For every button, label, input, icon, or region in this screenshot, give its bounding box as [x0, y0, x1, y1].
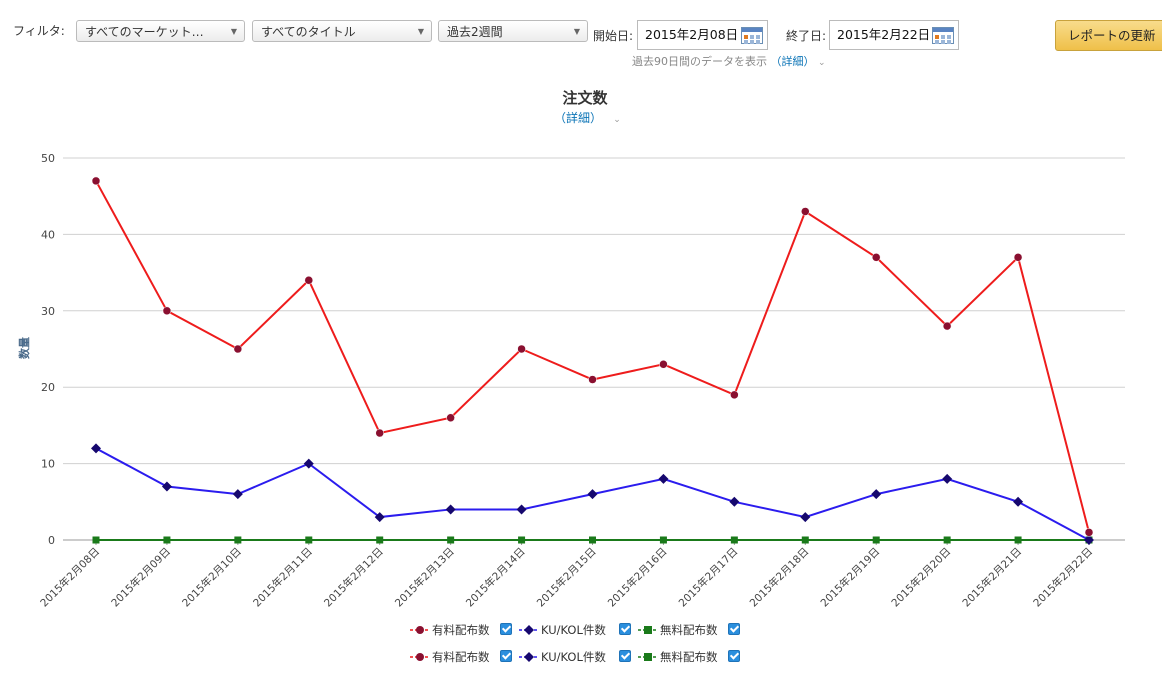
x-tick-label: 2015年2月08日 — [38, 545, 103, 610]
x-ticks: 2015年2月08日 2015年2月09日 2015年2月10日 2015年2月11日… — [38, 540, 1096, 610]
data-point — [233, 344, 243, 354]
checkbox-paid[interactable] — [500, 650, 512, 662]
data-point — [943, 536, 951, 544]
checkbox-free[interactable] — [728, 650, 740, 662]
y-tick-label: 0 — [48, 534, 55, 547]
data-point — [1013, 253, 1023, 262]
x-tick-label: 2015年2月21日 — [960, 545, 1025, 610]
checkbox-ku[interactable] — [619, 650, 631, 662]
data-point — [1014, 536, 1022, 544]
data-point — [445, 504, 456, 515]
legend-label: KU/KOL件数 — [541, 650, 606, 664]
x-tick-label: 2015年2月09日 — [109, 545, 174, 610]
data-point — [304, 275, 314, 285]
data-point — [800, 512, 811, 523]
data-point — [91, 176, 101, 186]
data-point — [446, 413, 455, 423]
chart-details-link[interactable]: （詳細） — [554, 110, 602, 125]
circle-marker-icon — [410, 653, 430, 661]
data-point — [588, 375, 597, 384]
x-tick-label: 2015年2月11日 — [250, 545, 315, 610]
y-tick-label: 40 — [41, 228, 55, 241]
orders-chart: 注文数 （詳細） ⌄ 数量 01020304050 2015年2月08日 2015… — [17, 89, 1125, 610]
data-point — [447, 536, 455, 544]
y-tick-label: 10 — [41, 458, 55, 471]
x-tick-label: 2015年2月16日 — [605, 545, 670, 610]
data-point — [871, 253, 881, 262]
x-tick-label: 2015年2月12日 — [321, 545, 386, 610]
x-tick-label: 2015年2月18日 — [747, 545, 812, 610]
data-point — [162, 306, 172, 316]
data-point — [163, 536, 171, 544]
x-tick-label: 2015年2月14日 — [463, 545, 528, 610]
data-point — [234, 536, 242, 544]
data-point — [517, 344, 526, 354]
data-point — [942, 321, 952, 331]
data-point — [161, 481, 172, 492]
diamond-marker-icon — [519, 625, 539, 635]
x-tick-label: 2015年2月15日 — [534, 545, 599, 610]
legend-label: 無料配布数 — [660, 650, 718, 664]
data-point — [659, 536, 667, 544]
data-point — [587, 489, 598, 500]
data-point — [1013, 496, 1024, 507]
x-tick-label: 2015年2月10日 — [179, 545, 244, 610]
data-point — [376, 536, 384, 544]
checkbox-ku[interactable] — [619, 623, 631, 635]
x-tick-label: 2015年2月19日 — [818, 545, 883, 610]
data-point — [232, 489, 243, 500]
legend-row-2: 有料配布数 KU/KOL件数 無料配布数 — [0, 649, 1162, 665]
square-marker-icon — [638, 653, 658, 661]
data-point — [942, 473, 953, 484]
series-paid — [91, 176, 1094, 537]
chevron-down-icon[interactable]: ⌄ — [613, 115, 621, 125]
circle-marker-icon — [410, 626, 430, 634]
data-point — [801, 536, 809, 544]
y-tick-label: 20 — [41, 381, 55, 394]
data-point — [729, 496, 740, 507]
data-point — [305, 536, 313, 544]
data-point — [375, 428, 384, 438]
data-point — [92, 536, 100, 544]
legend-label: 有料配布数 — [432, 623, 490, 637]
legend-label: KU/KOL件数 — [541, 623, 606, 637]
x-tick-label: 2015年2月20日 — [889, 545, 954, 610]
diamond-marker-icon — [519, 652, 539, 662]
data-point — [871, 489, 882, 500]
chart-title: 注文数 — [562, 89, 608, 107]
legend-label: 有料配布数 — [432, 650, 490, 664]
x-tick-label: 2015年2月17日 — [676, 545, 741, 610]
data-point — [658, 473, 669, 484]
data-point — [91, 443, 101, 454]
data-point — [589, 536, 596, 544]
data-point — [659, 360, 668, 369]
data-point — [730, 390, 739, 400]
data-point — [730, 536, 738, 544]
legend-label: 無料配布数 — [660, 623, 718, 637]
checkbox-paid[interactable] — [500, 623, 512, 635]
x-tick-label: 2015年2月22日 — [1031, 545, 1096, 610]
y-tick-label: 50 — [41, 152, 55, 165]
data-point — [1084, 528, 1094, 537]
grid — [63, 157, 1125, 541]
series-free — [92, 536, 1093, 544]
checkbox-free[interactable] — [728, 623, 740, 635]
y-tick-label: 30 — [41, 305, 55, 318]
y-ticks: 0 10 20 30 40 50 — [41, 152, 55, 547]
data-point — [872, 536, 880, 544]
y-axis-label: 数量 — [17, 337, 31, 359]
x-tick-label: 2015年2月13日 — [392, 545, 457, 610]
series-ku — [91, 443, 1094, 545]
legend-row-1: 有料配布数 KU/KOL件数 無料配布数 — [0, 622, 1162, 638]
data-point — [518, 536, 526, 544]
series-group — [91, 176, 1094, 545]
data-point — [801, 207, 810, 216]
data-point — [516, 504, 527, 515]
square-marker-icon — [638, 626, 658, 634]
